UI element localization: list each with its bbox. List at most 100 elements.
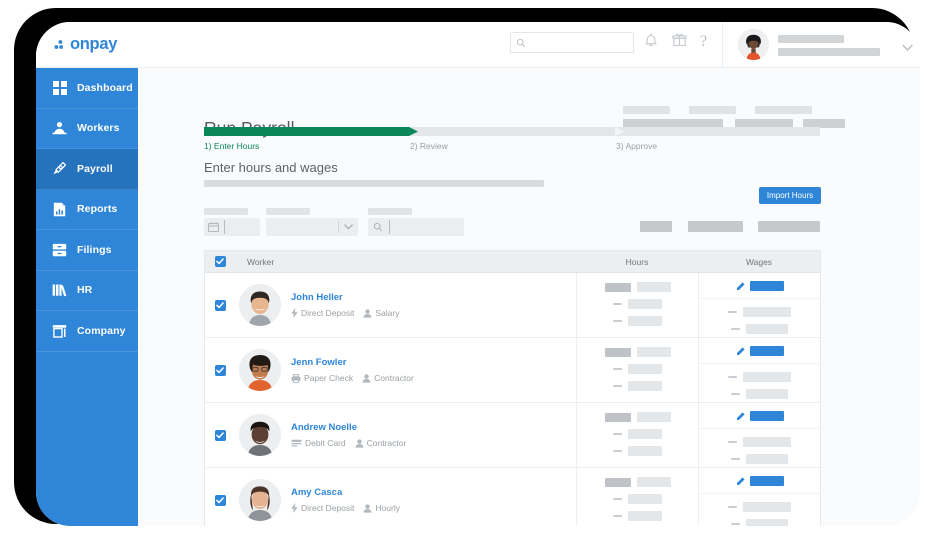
person-icon [362, 373, 371, 383]
worker-search-field[interactable] [368, 218, 464, 236]
books-icon [52, 283, 67, 298]
header-placeholder-bar [755, 106, 812, 114]
person-icon [355, 438, 364, 448]
person-icon [363, 503, 372, 513]
top-bar: onpay ? [36, 22, 920, 68]
section-placeholder-bar [204, 180, 544, 187]
sidebar-item-payroll[interactable]: Payroll [36, 149, 138, 190]
worker-type: Contractor [362, 373, 414, 383]
header-placeholder-bar [623, 106, 670, 114]
main-content: Run Payroll 1) Enter Hours 2) Review 3) … [138, 68, 920, 526]
search-icon [516, 38, 526, 48]
filings-icon [52, 242, 67, 257]
payroll-table: Worker Hours Wages John Heller Direct De… [204, 250, 821, 526]
wages-cell[interactable] [698, 273, 820, 337]
table-row: Andrew Noelle Debit Card Contractor [205, 403, 820, 468]
gift-icon[interactable] [672, 33, 687, 52]
pencil-edit-icon[interactable] [736, 346, 745, 356]
sidebar-item-dashboard[interactable]: Dashboard [36, 68, 138, 109]
lightning-bolt-icon [291, 503, 298, 513]
pencil-edit-icon[interactable] [736, 281, 745, 291]
people-icon [52, 121, 67, 136]
search-icon [373, 222, 383, 232]
header-placeholder-bar [689, 106, 736, 114]
wages-cell[interactable] [698, 338, 820, 402]
select-all-cell [205, 256, 235, 267]
worker-name-link[interactable]: Amy Casca [291, 487, 400, 498]
pay-period-date-field[interactable] [204, 218, 260, 236]
sidebar-item-label: Payroll [77, 162, 113, 175]
filter-label-placeholder [204, 208, 248, 215]
toolbar-placeholder-bar [758, 221, 820, 232]
sidebar-item-hr[interactable]: HR [36, 271, 138, 311]
select-all-checkbox[interactable] [214, 256, 226, 267]
column-header-worker[interactable]: Worker [235, 257, 576, 267]
user-menu[interactable] [730, 22, 920, 68]
sidebar-item-reports[interactable]: Reports [36, 190, 138, 230]
payment-method: Direct Deposit [291, 308, 354, 318]
worker-type: Contractor [355, 438, 406, 448]
table-header-row: Worker Hours Wages [205, 251, 820, 273]
chevron-down-icon[interactable] [902, 39, 913, 57]
grid-icon [52, 80, 67, 95]
sidebar-item-company[interactable]: Company [36, 311, 138, 352]
pencil-edit-icon[interactable] [736, 411, 745, 421]
user-company-placeholder [778, 48, 880, 56]
column-header-hours[interactable]: Hours [576, 257, 698, 267]
sidebar-item-label: Workers [77, 122, 120, 135]
avatar [239, 284, 281, 326]
column-header-wages[interactable]: Wages [698, 257, 820, 267]
worker-name-link[interactable]: Jenn Fowler [291, 357, 414, 368]
progress-step-1[interactable]: 1) Enter Hours [204, 141, 259, 151]
row-checkbox[interactable] [214, 299, 226, 311]
report-icon [52, 202, 67, 217]
hours-cell[interactable] [576, 468, 698, 526]
onpay-logo[interactable]: onpay [54, 35, 117, 54]
worker-cell: Amy Casca Direct Deposit Hourly [235, 468, 576, 526]
wages-cell[interactable] [698, 468, 820, 526]
row-checkbox[interactable] [214, 494, 226, 506]
hours-cell[interactable] [576, 338, 698, 402]
filter-select[interactable] [266, 218, 358, 236]
table-row: John Heller Direct Deposit Salary [205, 273, 820, 338]
progress-step-2[interactable]: 2) Review [410, 141, 448, 151]
bell-icon[interactable] [644, 33, 658, 53]
row-select-cell [205, 273, 235, 337]
row-checkbox[interactable] [214, 429, 226, 441]
pencil-edit-icon[interactable] [736, 476, 745, 486]
section-title: Enter hours and wages [204, 160, 338, 175]
app-screen: onpay ? Dashboard Workers Payroll Report… [36, 22, 920, 526]
progress-step-3[interactable]: 3) Approve [616, 141, 657, 151]
row-select-cell [205, 468, 235, 526]
hours-cell[interactable] [576, 403, 698, 467]
calendar-icon [208, 222, 219, 232]
worker-type: Hourly [363, 503, 400, 513]
avatar [239, 479, 281, 521]
worker-cell: Andrew Noelle Debit Card Contractor [235, 403, 576, 467]
table-row: Jenn Fowler Paper Check Contractor [205, 338, 820, 403]
onpay-dots-logo-icon [54, 40, 63, 49]
sidebar: Dashboard Workers Payroll Reports Filing… [36, 68, 138, 526]
payroll-progress-bar [204, 127, 820, 136]
worker-name-link[interactable]: Andrew Noelle [291, 422, 406, 433]
row-select-cell [205, 338, 235, 402]
sidebar-item-filings[interactable]: Filings [36, 230, 138, 271]
wages-cell[interactable] [698, 403, 820, 467]
toolbar-placeholder-bar [688, 221, 743, 232]
help-icon[interactable]: ? [700, 33, 707, 51]
sidebar-item-workers[interactable]: Workers [36, 109, 138, 149]
credit-card-icon [291, 439, 302, 447]
lightning-bolt-icon [291, 308, 298, 318]
import-hours-button[interactable]: Import Hours [759, 187, 821, 204]
worker-cell: John Heller Direct Deposit Salary [235, 273, 576, 337]
person-icon [363, 308, 372, 318]
device-bezel: onpay ? Dashboard Workers Payroll Report… [14, 8, 920, 526]
row-checkbox[interactable] [214, 364, 226, 376]
worker-cell: Jenn Fowler Paper Check Contractor [235, 338, 576, 402]
topbar-divider [722, 22, 723, 68]
worker-name-link[interactable]: John Heller [291, 292, 399, 303]
sidebar-item-label: Company [77, 324, 126, 337]
hours-cell[interactable] [576, 273, 698, 337]
search-input[interactable] [510, 32, 634, 53]
avatar [239, 414, 281, 456]
